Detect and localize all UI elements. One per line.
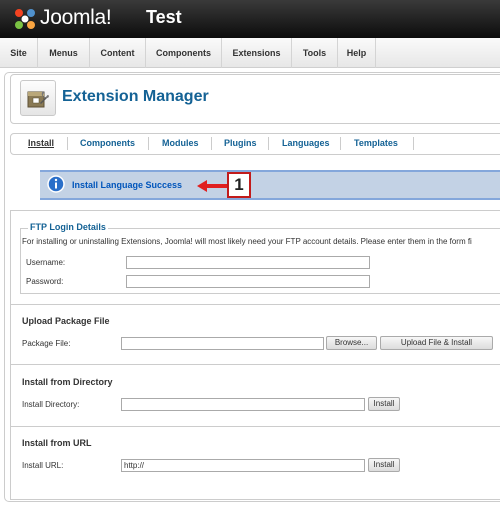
submenu-divider — [268, 137, 269, 150]
install-url-input[interactable] — [121, 459, 365, 472]
username-label: Username: — [26, 258, 66, 267]
upload-install-button[interactable]: Upload File & Install — [380, 336, 493, 350]
menu-tools[interactable]: Tools — [292, 38, 338, 68]
ftp-legend: FTP Login Details — [28, 222, 108, 232]
url-title: Install from URL — [22, 438, 92, 448]
install-directory-button[interactable]: Install — [368, 397, 400, 411]
username-input[interactable] — [126, 256, 370, 269]
section-divider — [10, 426, 500, 427]
info-icon — [47, 175, 65, 193]
submenu-divider — [340, 137, 341, 150]
browse-button[interactable]: Browse... — [326, 336, 377, 350]
annotation-number: 1 — [227, 172, 251, 198]
menu-site[interactable]: Site — [0, 38, 38, 68]
tab-languages[interactable]: Languages — [282, 138, 330, 148]
menu-help[interactable]: Help — [338, 38, 376, 68]
tab-modules[interactable]: Modules — [162, 138, 199, 148]
install-directory-input[interactable] — [121, 398, 365, 411]
tab-plugins[interactable]: Plugins — [224, 138, 257, 148]
ftp-description: For installing or uninstalling Extension… — [22, 237, 472, 246]
password-label: Password: — [26, 277, 64, 286]
section-divider — [10, 304, 500, 305]
extension-box-icon — [27, 91, 49, 108]
upload-title: Upload Package File — [22, 316, 110, 326]
tab-install[interactable]: Install — [28, 138, 54, 148]
submenu-divider — [413, 137, 414, 150]
tab-components[interactable]: Components — [80, 138, 135, 148]
install-directory-label: Install Directory: — [22, 400, 80, 409]
password-input[interactable] — [126, 275, 370, 288]
page-title: Extension Manager — [62, 88, 209, 105]
tab-templates[interactable]: Templates — [354, 138, 398, 148]
install-url-label: Install URL: — [22, 461, 64, 470]
menu-components[interactable]: Components — [146, 38, 222, 68]
menu-content[interactable]: Content — [90, 38, 146, 68]
menu-menus[interactable]: Menus — [38, 38, 90, 68]
extension-manager-icon — [20, 80, 56, 116]
site-name: Test — [146, 7, 182, 27]
directory-title: Install from Directory — [22, 377, 113, 387]
message-text: Install Language Success — [72, 180, 183, 190]
annotation-callout: 1 — [195, 170, 255, 202]
submenu-divider — [211, 137, 212, 150]
main-menu-bar: Site Menus Content Components Extensions… — [0, 38, 500, 68]
top-header: Joomla! Test — [0, 0, 500, 38]
package-file-input[interactable] — [121, 337, 324, 350]
brand-name: Joomla! — [40, 6, 112, 29]
package-file-label: Package File: — [22, 339, 71, 348]
section-divider — [10, 364, 500, 365]
install-url-button[interactable]: Install — [368, 458, 400, 472]
joomla-logo-icon — [15, 9, 35, 29]
submenu-divider — [148, 137, 149, 150]
menu-extensions[interactable]: Extensions — [222, 38, 292, 68]
submenu-divider — [67, 137, 68, 150]
